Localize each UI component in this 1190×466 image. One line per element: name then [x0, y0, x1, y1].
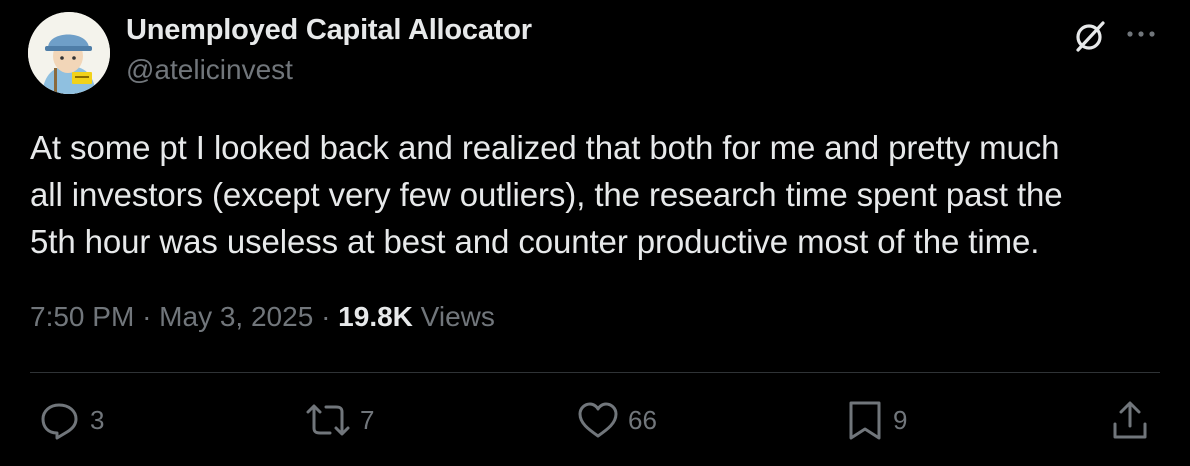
share-button[interactable] — [1110, 398, 1150, 442]
tweet-time[interactable]: 7:50 PM — [30, 301, 134, 332]
bookmark-count: 9 — [893, 404, 908, 435]
reply-count: 3 — [90, 404, 105, 435]
reply-button[interactable]: 3 — [38, 398, 104, 442]
reply-icon — [41, 403, 78, 440]
tweet-date[interactable]: May 3, 2025 — [159, 301, 313, 332]
avatar[interactable] — [28, 12, 110, 94]
tweet-text: At some pt I looked back and realized th… — [30, 129, 1063, 260]
like-count: 66 — [628, 404, 657, 435]
bookmark-icon — [849, 401, 881, 440]
meta-separator: · — [142, 301, 152, 332]
divider — [30, 372, 1160, 373]
more-icon[interactable] — [1124, 24, 1158, 44]
bookmark-button[interactable]: 9 — [845, 398, 907, 442]
repost-count: 7 — [360, 404, 375, 435]
tweet-meta: 7:50 PM · May 3, 2025 · 19.8K Views — [30, 301, 495, 333]
heart-icon — [578, 402, 618, 438]
meta-separator: · — [321, 301, 331, 332]
user-handle[interactable]: @atelicinvest — [126, 54, 293, 86]
grok-icon[interactable] — [1070, 16, 1110, 56]
views-label: Views — [420, 301, 495, 332]
avatar-illustration — [28, 12, 110, 94]
like-button[interactable]: 66 — [576, 398, 657, 442]
repost-icon — [306, 404, 350, 436]
repost-button[interactable]: 7 — [304, 398, 374, 442]
views-count: 19.8K — [338, 301, 413, 332]
tweet-card: Unemployed Capital Allocator @atelicinve… — [0, 0, 1190, 466]
display-name[interactable]: Unemployed Capital Allocator — [126, 14, 532, 47]
share-icon — [1113, 401, 1147, 439]
